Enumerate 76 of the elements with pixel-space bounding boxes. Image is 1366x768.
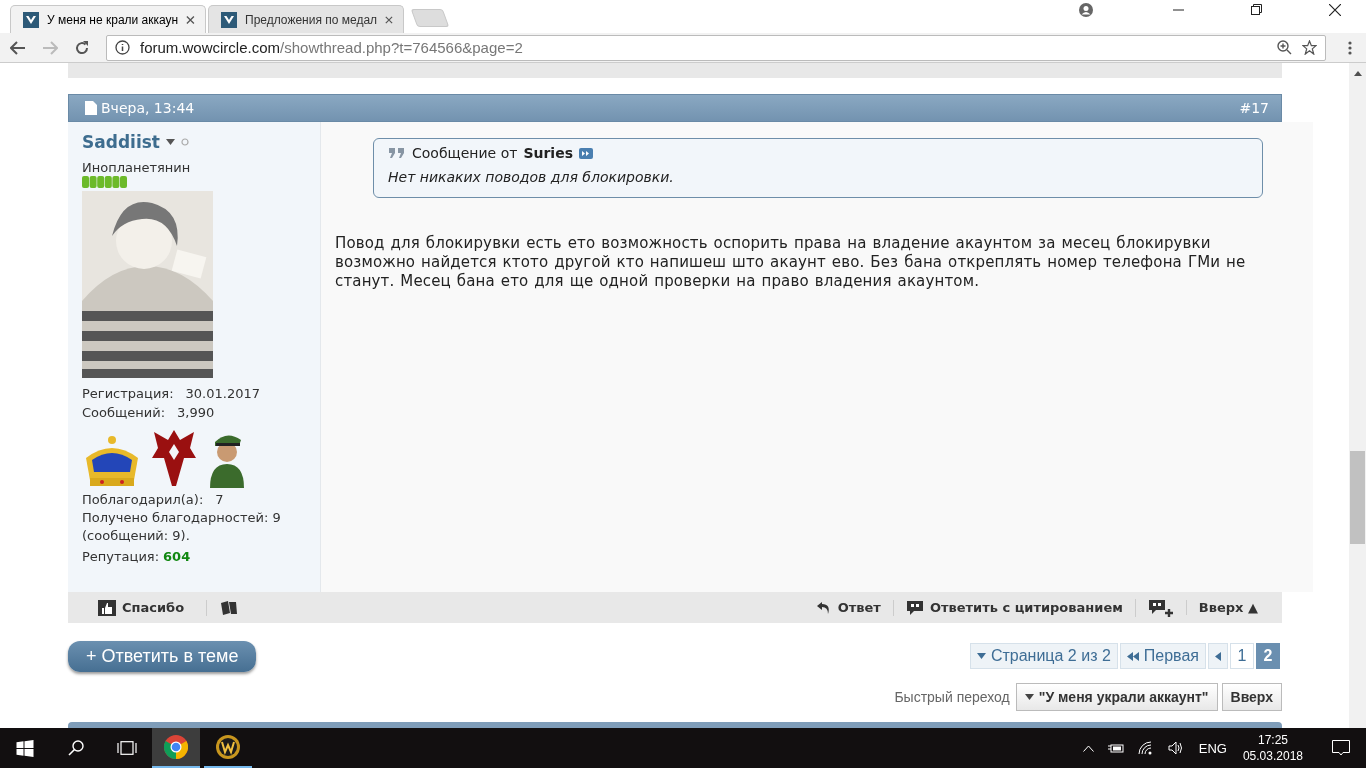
post-date: Вчера, 13:44 — [101, 100, 195, 116]
wifi-icon[interactable] — [1137, 741, 1154, 755]
quote-reply-button[interactable]: Ответить с цитированием — [892, 599, 1135, 616]
top-button[interactable]: Вверх — [1221, 683, 1282, 711]
reputation-value: 604 — [163, 548, 191, 566]
dropdown-caret-icon — [1024, 694, 1034, 700]
reply-button[interactable]: Ответ — [803, 599, 893, 616]
info-label: Репутация: — [82, 548, 160, 566]
scrollbar[interactable] — [1349, 63, 1366, 728]
thread-dropdown[interactable]: "У меня украли аккаунт" — [1015, 683, 1218, 711]
restore-icon[interactable] — [1251, 4, 1262, 15]
clock[interactable]: 17:25 05.03.2018 — [1242, 732, 1303, 764]
volume-icon[interactable] — [1167, 741, 1184, 755]
document-icon — [85, 101, 97, 115]
scroll-up-icon[interactable] — [1353, 71, 1362, 76]
windows-start-icon[interactable] — [15, 739, 35, 757]
thanks-received-text: Получено благодарностей: 9 (сообщений: 9). — [82, 509, 282, 545]
address-bar[interactable]: forum.wowcircle.com/showthread.php?t=764566&page=2 — [106, 34, 1326, 61]
quote-marks-icon — [388, 147, 406, 159]
info-label: Регистрация: — [82, 385, 174, 403]
info-value: 3,990 — [177, 404, 215, 422]
quote-author: Suries — [523, 145, 573, 161]
battery-icon[interactable] — [1107, 743, 1124, 753]
speech-bubble-icon — [905, 599, 924, 616]
game-logo-icon — [216, 735, 240, 759]
forum-logo-icon — [23, 11, 39, 28]
star-icon[interactable] — [1302, 40, 1317, 55]
taskbar-app[interactable] — [152, 728, 200, 768]
browser-tab[interactable]: У меня не крали аккаун — [10, 5, 206, 33]
clock-time: 17:25 — [1257, 732, 1288, 748]
close-icon[interactable] — [1329, 3, 1341, 16]
back-icon[interactable] — [10, 40, 26, 55]
quote-label: Сообщение от — [412, 145, 518, 161]
quick-nav-label: Быстрый переход — [894, 689, 1010, 705]
previous-page-button[interactable] — [1208, 643, 1228, 669]
dropdown-caret-icon — [976, 653, 986, 659]
username-link[interactable]: Saddiist — [82, 132, 160, 152]
dropdown-caret-icon[interactable] — [165, 139, 175, 145]
tab-title: Предложения по медал — [245, 12, 378, 27]
task-view-icon[interactable] — [117, 741, 137, 755]
tab-title: У меня не крали аккаун — [47, 12, 179, 27]
reputation-pips-icon — [82, 176, 128, 188]
view-post-icon[interactable] — [579, 147, 593, 159]
language-indicator[interactable]: ENG — [1198, 740, 1227, 756]
double-left-icon — [1126, 651, 1139, 661]
info-value: 7 — [215, 491, 224, 509]
chrome-icon — [164, 735, 188, 759]
reply-in-thread-button[interactable]: + Ответить в теме — [68, 640, 257, 672]
info-value: 30.01.2017 — [185, 385, 260, 403]
zoom-icon[interactable] — [1277, 40, 1292, 55]
cards-icon[interactable] — [206, 599, 240, 616]
chevron-up-icon[interactable] — [1082, 744, 1094, 752]
info-icon — [115, 40, 130, 55]
first-page-button[interactable]: Первая — [1119, 643, 1206, 669]
user-rank: Инопланетянин — [82, 160, 192, 175]
menu-icon[interactable] — [1348, 40, 1352, 55]
browser-tab[interactable]: Предложения по медал — [208, 5, 404, 33]
profile-icon[interactable] — [1079, 2, 1093, 17]
quote-text: Нет никаких поводов для блокировки. — [388, 169, 675, 185]
url-text: forum.wowcircle.com/showthread.php?t=764566&page=2 — [140, 39, 523, 56]
search-icon[interactable] — [66, 740, 86, 756]
info-label: Сообщений: — [82, 404, 166, 422]
back-to-top-link[interactable]: Вверх ▲ — [1185, 600, 1270, 615]
page-dropdown[interactable]: Страница 2 из 2 — [969, 643, 1118, 669]
thumbs-up-icon — [98, 599, 116, 616]
info-label: Поблагодарил(а): — [82, 491, 204, 509]
scroll-thumb[interactable] — [1350, 451, 1365, 544]
reload-icon[interactable] — [74, 39, 90, 56]
forum-logo-icon — [221, 11, 237, 28]
left-triangle-icon — [1215, 651, 1221, 661]
clock-date: 05.03.2018 — [1242, 748, 1303, 764]
page-number-button[interactable]: 1 — [1230, 643, 1254, 669]
message-text: Повод для блокирувки есть ето возможность оспорить права на владение акаунтом за месец блокирувки возможно найдется ктото другой кто напишеш што акаунт ево. Без бана откреплять номер телефона ГМи не станут. Месец бана ето для ще одной проверки на право владения акаунтом. — [335, 234, 1247, 291]
thanks-button[interactable]: Спасибо — [86, 599, 197, 616]
notifications-icon[interactable] — [1332, 740, 1350, 756]
horde-emblem-icon — [150, 428, 198, 488]
